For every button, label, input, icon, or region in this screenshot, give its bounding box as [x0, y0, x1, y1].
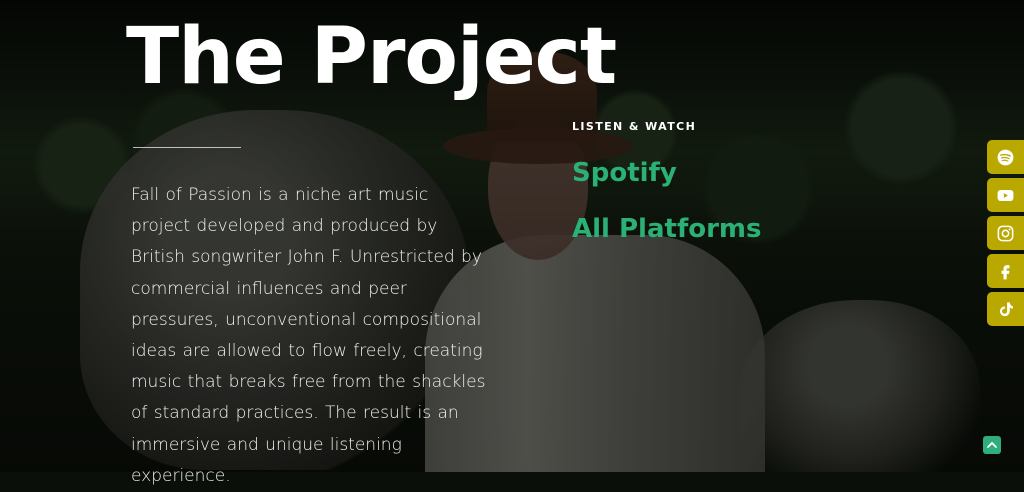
spotify-social-button[interactable] [987, 140, 1024, 174]
listen-watch-label: LISTEN & WATCH [572, 120, 697, 133]
tiktok-icon [999, 301, 1013, 316]
chevron-up-icon [987, 441, 997, 448]
title-divider [133, 147, 241, 148]
instagram-social-button[interactable] [987, 216, 1024, 250]
all-platforms-link[interactable]: All Platforms [572, 214, 762, 244]
page-title: The Project [126, 12, 617, 102]
social-sidebar [987, 140, 1024, 326]
instagram-icon [997, 225, 1014, 241]
spotify-link[interactable]: Spotify [572, 158, 677, 188]
project-description: Fall of Passion is a niche art music pro… [131, 185, 486, 486]
youtube-icon [997, 189, 1014, 201]
spotify-icon [997, 149, 1014, 165]
youtube-social-button[interactable] [987, 178, 1024, 212]
facebook-icon [1001, 264, 1010, 279]
facebook-social-button[interactable] [987, 254, 1024, 288]
tiktok-social-button[interactable] [987, 292, 1024, 326]
scroll-to-top-button[interactable] [983, 436, 1001, 454]
